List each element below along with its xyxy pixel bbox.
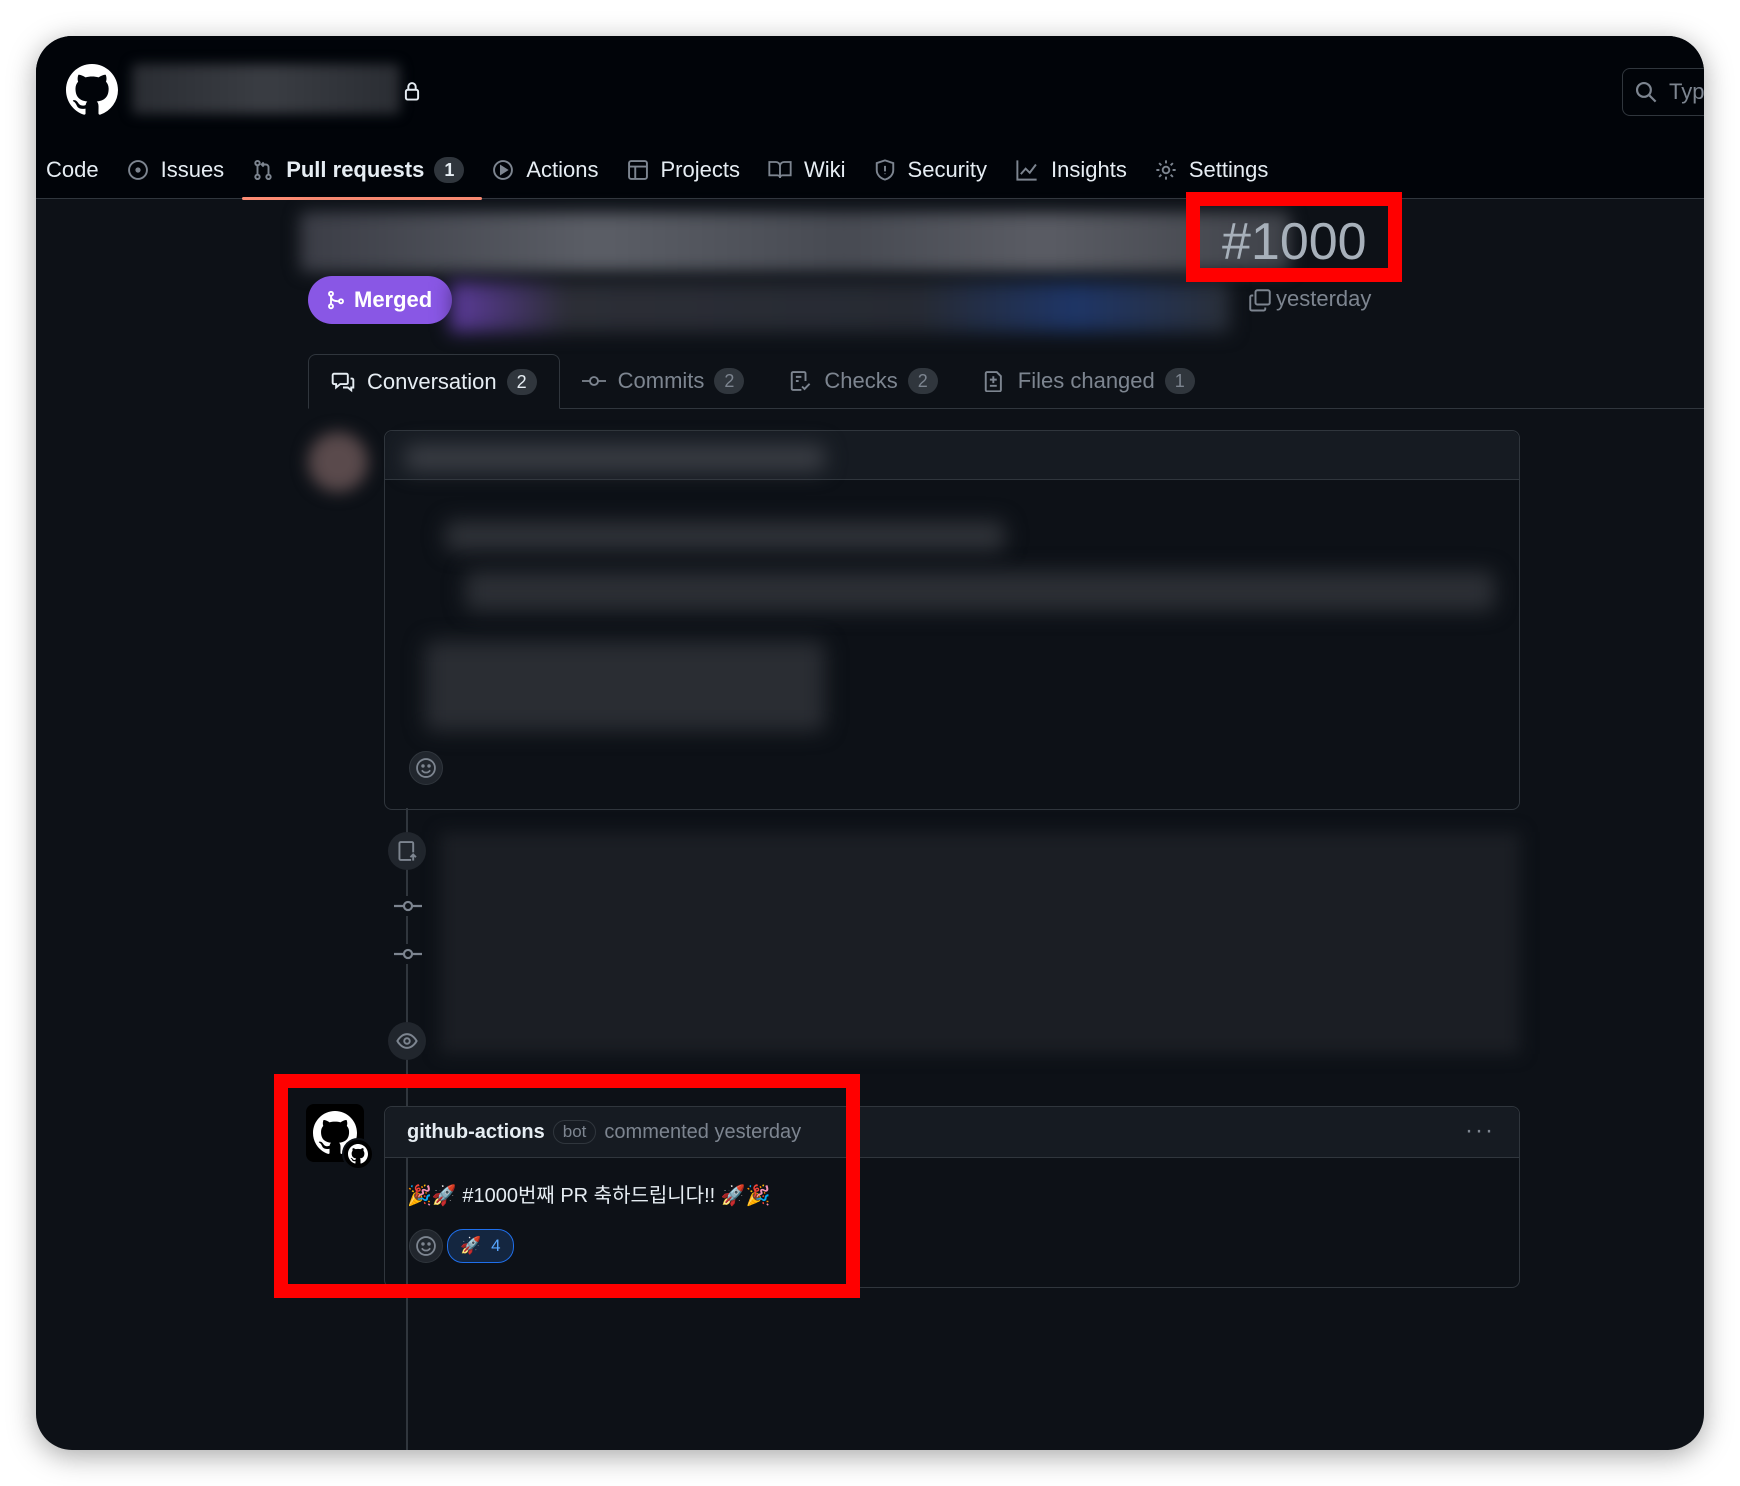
nav-code[interactable]: Code — [36, 146, 117, 198]
redacted-text — [445, 521, 1005, 551]
nav-issues-label: Issues — [160, 157, 225, 182]
highlight-pr-number — [1186, 192, 1402, 282]
pr-meta-redacted — [450, 282, 1230, 332]
table-icon — [627, 160, 648, 180]
browser-window: Typ Code Issues Pull requests 1 Actions … — [36, 36, 1704, 1450]
git-commit-icon — [394, 948, 422, 960]
tab-conversation[interactable]: Conversation 2 — [308, 354, 560, 409]
github-logo-icon[interactable] — [66, 64, 118, 116]
tab-files-changed[interactable]: Files changed 1 — [960, 354, 1217, 408]
shield-icon — [875, 159, 894, 181]
nav-security[interactable]: Security — [864, 146, 1005, 198]
tab-conversation-count: 2 — [506, 368, 537, 395]
nav-code-label: Code — [46, 157, 99, 182]
add-reaction-button[interactable] — [409, 751, 443, 785]
merged-state-badge: Merged — [308, 276, 453, 324]
tab-files-changed-count: 1 — [1164, 368, 1195, 394]
tab-checks-count: 2 — [907, 368, 938, 394]
nav-wiki-label: Wiki — [803, 157, 846, 182]
search-icon — [1635, 81, 1657, 103]
repo-nav: Code Issues Pull requests 1 Actions Proj… — [36, 146, 1287, 200]
repo-push-icon — [398, 841, 417, 861]
tab-commits-count: 2 — [714, 368, 745, 394]
tab-files-changed-label: Files changed — [1017, 368, 1155, 393]
timeline-event-review-request — [388, 832, 426, 870]
nav-security-label: Security — [907, 157, 988, 182]
nav-projects-label: Projects — [660, 157, 740, 182]
git-merge-icon — [328, 290, 344, 310]
pr-title-redacted — [300, 212, 1290, 272]
nav-projects[interactable]: Projects — [617, 146, 758, 198]
nav-actions-label: Actions — [526, 157, 599, 182]
timeline-commit-2 — [394, 944, 422, 964]
play-icon — [493, 160, 514, 180]
timeline-event-review — [388, 1022, 426, 1060]
gear-icon — [1156, 160, 1176, 180]
timeline-commit-1 — [394, 896, 422, 916]
redacted-text — [405, 445, 825, 471]
lock-icon — [404, 82, 420, 101]
tab-conversation-label: Conversation — [367, 368, 497, 394]
pr-description-box — [384, 430, 1520, 810]
nav-settings[interactable]: Settings — [1145, 146, 1287, 198]
pr-time: yesterday — [1276, 286, 1372, 311]
tab-commits[interactable]: Commits 2 — [560, 354, 767, 408]
nav-settings-label: Settings — [1188, 157, 1269, 182]
nav-insights-label: Insights — [1051, 157, 1127, 182]
search-placeholder: Typ — [1669, 79, 1704, 104]
smiley-icon — [416, 758, 436, 778]
pull-request-icon — [254, 159, 272, 181]
issue-icon — [127, 160, 148, 180]
nav-actions[interactable]: Actions — [482, 146, 616, 198]
nav-pull-requests-label: Pull requests — [286, 157, 425, 182]
comment-discussion-icon — [331, 372, 355, 392]
tab-commits-label: Commits — [617, 368, 705, 393]
repo-name-redacted[interactable] — [132, 64, 400, 114]
book-icon — [768, 161, 792, 179]
search-input[interactable]: Typ — [1622, 68, 1704, 116]
author-avatar-redacted[interactable] — [308, 432, 368, 492]
timeline-events-redacted — [440, 832, 1520, 1054]
nav-insights[interactable]: Insights — [1005, 146, 1145, 198]
graph-icon — [1016, 160, 1037, 181]
copy-icon[interactable] — [1248, 288, 1272, 312]
git-commit-icon — [581, 376, 606, 386]
git-commit-icon — [394, 900, 422, 912]
eye-icon — [396, 1033, 418, 1049]
checklist-icon — [791, 371, 811, 391]
redacted-text — [425, 641, 825, 731]
tab-checks-label: Checks — [824, 368, 898, 393]
pull-requests-counter: 1 — [434, 157, 465, 183]
nav-issues[interactable]: Issues — [117, 146, 243, 198]
pr-tabs: Conversation 2 Commits 2 Checks 2 Files … — [308, 354, 1704, 409]
nav-wiki[interactable]: Wiki — [758, 146, 864, 198]
repo-header: Typ Code Issues Pull requests 1 Actions … — [36, 36, 1704, 200]
merged-label: Merged — [354, 287, 433, 312]
file-diff-icon — [984, 371, 1002, 392]
redacted-text — [465, 571, 1495, 611]
highlight-bot-comment — [274, 1074, 860, 1298]
tab-checks[interactable]: Checks 2 — [766, 354, 959, 408]
comment-options-button[interactable]: ··· — [1465, 1117, 1495, 1145]
nav-pull-requests[interactable]: Pull requests 1 — [242, 146, 483, 200]
